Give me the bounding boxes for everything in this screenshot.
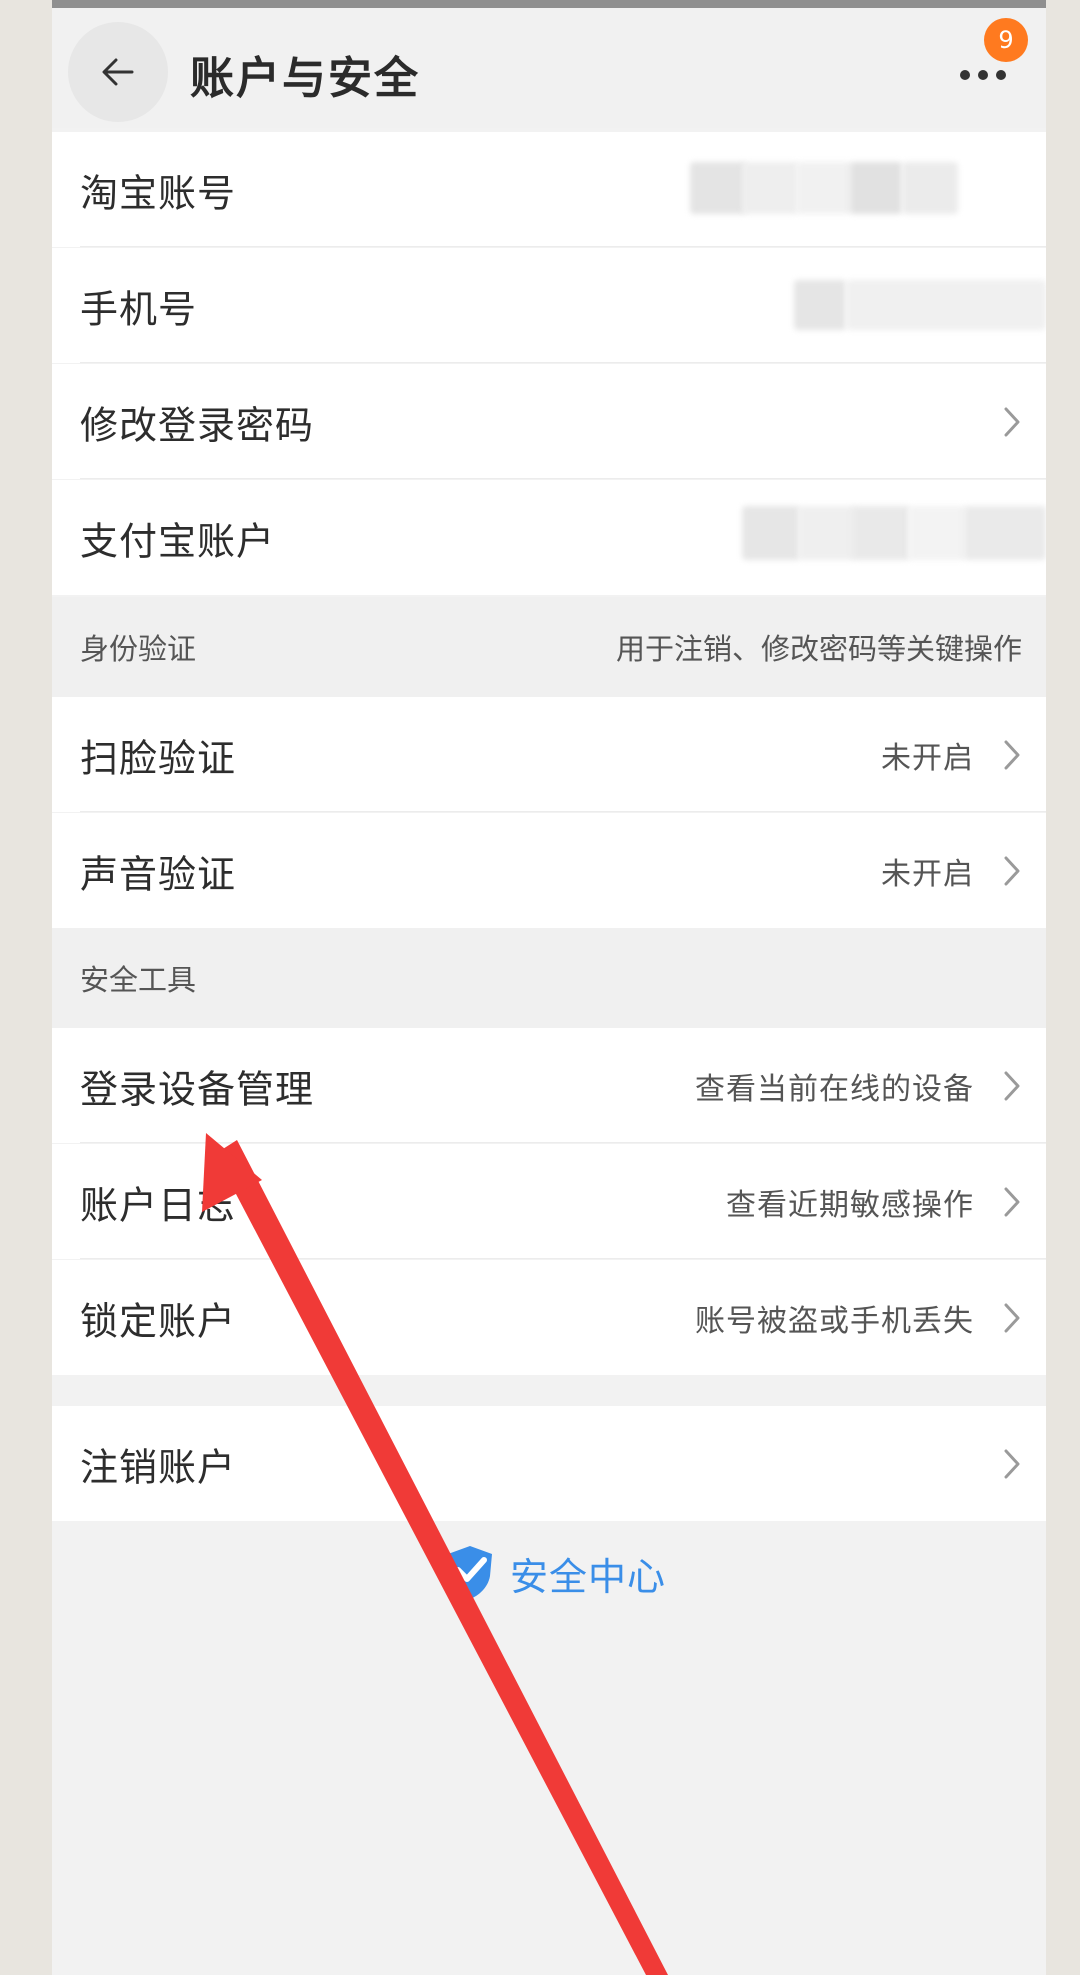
redacted-value bbox=[852, 506, 910, 560]
more-dot bbox=[996, 70, 1006, 80]
row-label: 注销账户 bbox=[80, 1445, 237, 1489]
row-login-device-management[interactable]: 登录设备管理 查看当前在线的设备 bbox=[52, 1028, 1046, 1143]
row-label: 淘宝账号 bbox=[80, 171, 237, 215]
row-label: 扫脸验证 bbox=[80, 736, 237, 780]
row-status: 未开启 bbox=[881, 856, 974, 892]
row-lock-account[interactable]: 锁定账户 账号被盗或手机丢失 bbox=[52, 1260, 1046, 1375]
row-label: 声音验证 bbox=[80, 852, 237, 896]
more-dots-icon bbox=[960, 70, 970, 80]
back-arrow-icon bbox=[102, 58, 134, 86]
row-phone-number[interactable]: 手机号 bbox=[52, 248, 1046, 363]
back-button[interactable] bbox=[68, 22, 168, 122]
chevron-right-icon bbox=[1004, 1449, 1020, 1478]
row-face-verification[interactable]: 扫脸验证 未开启 bbox=[52, 697, 1046, 812]
section-description: 用于注销、修改密码等关键操作 bbox=[615, 632, 1022, 666]
redacted-value bbox=[964, 506, 1046, 560]
row-label: 账户日志 bbox=[80, 1183, 237, 1227]
top-strip bbox=[52, 0, 1046, 8]
section-title: 身份验证 bbox=[80, 632, 197, 666]
page-title: 账户与安全 bbox=[190, 53, 420, 104]
row-hint: 查看当前在线的设备 bbox=[695, 1071, 974, 1107]
redacted-value bbox=[796, 162, 852, 214]
row-status: 未开启 bbox=[881, 740, 974, 776]
redacted-value bbox=[690, 162, 746, 214]
row-divider bbox=[80, 478, 1046, 479]
chevron-right-icon bbox=[1004, 740, 1020, 769]
row-account-log[interactable]: 账户日志 查看近期敏感操作 bbox=[52, 1144, 1046, 1259]
row-taobao-account[interactable]: 淘宝账号 bbox=[52, 132, 1046, 247]
more-dot bbox=[978, 70, 988, 80]
row-label: 登录设备管理 bbox=[80, 1067, 315, 1111]
row-divider bbox=[80, 246, 1046, 247]
shield-check-icon bbox=[448, 1546, 492, 1599]
chevron-right-icon bbox=[1004, 1303, 1020, 1332]
redacted-value bbox=[908, 506, 966, 560]
notification-badge: 9 bbox=[984, 18, 1028, 62]
chevron-right-icon bbox=[1004, 407, 1020, 436]
row-voice-verification[interactable]: 声音验证 未开启 bbox=[52, 813, 1046, 928]
chevron-right-icon bbox=[1004, 1187, 1020, 1216]
section-identity-verification: 身份验证 用于注销、修改密码等关键操作 bbox=[52, 597, 1046, 697]
section-security-tools: 安全工具 bbox=[52, 928, 1046, 1028]
redacted-value bbox=[846, 280, 1046, 330]
navigation-header: 账户与安全 9 bbox=[52, 8, 1046, 128]
row-label: 支付宝账户 bbox=[80, 519, 276, 563]
redacted-value bbox=[742, 506, 800, 560]
row-hint: 查看近期敏感操作 bbox=[726, 1187, 974, 1223]
section-title: 安全工具 bbox=[80, 963, 197, 997]
row-divider bbox=[80, 362, 1046, 363]
redacted-value bbox=[850, 162, 902, 214]
row-divider bbox=[80, 811, 1046, 812]
chevron-right-icon bbox=[1004, 1071, 1020, 1100]
row-divider bbox=[80, 1142, 1046, 1143]
row-label: 修改登录密码 bbox=[80, 403, 315, 447]
redacted-value bbox=[742, 162, 798, 214]
redacted-value bbox=[902, 162, 958, 214]
row-cancel-account[interactable]: 注销账户 bbox=[52, 1406, 1046, 1521]
row-change-login-password[interactable]: 修改登录密码 bbox=[52, 364, 1046, 479]
security-center-label: 安全中心 bbox=[510, 1555, 667, 1599]
chevron-right-icon bbox=[1004, 856, 1020, 885]
redacted-value bbox=[794, 280, 846, 330]
row-label: 锁定账户 bbox=[80, 1299, 237, 1343]
row-divider bbox=[80, 1258, 1046, 1259]
phone-screen: 账户与安全 9 淘宝账号 手机号 修改登录密码 支付宝账户 身份验证 用于注销、… bbox=[52, 8, 1046, 1975]
row-alipay-account[interactable]: 支付宝账户 bbox=[52, 480, 1046, 595]
row-label: 手机号 bbox=[80, 287, 198, 331]
row-hint: 账号被盗或手机丢失 bbox=[695, 1303, 974, 1339]
redacted-value bbox=[798, 506, 856, 560]
